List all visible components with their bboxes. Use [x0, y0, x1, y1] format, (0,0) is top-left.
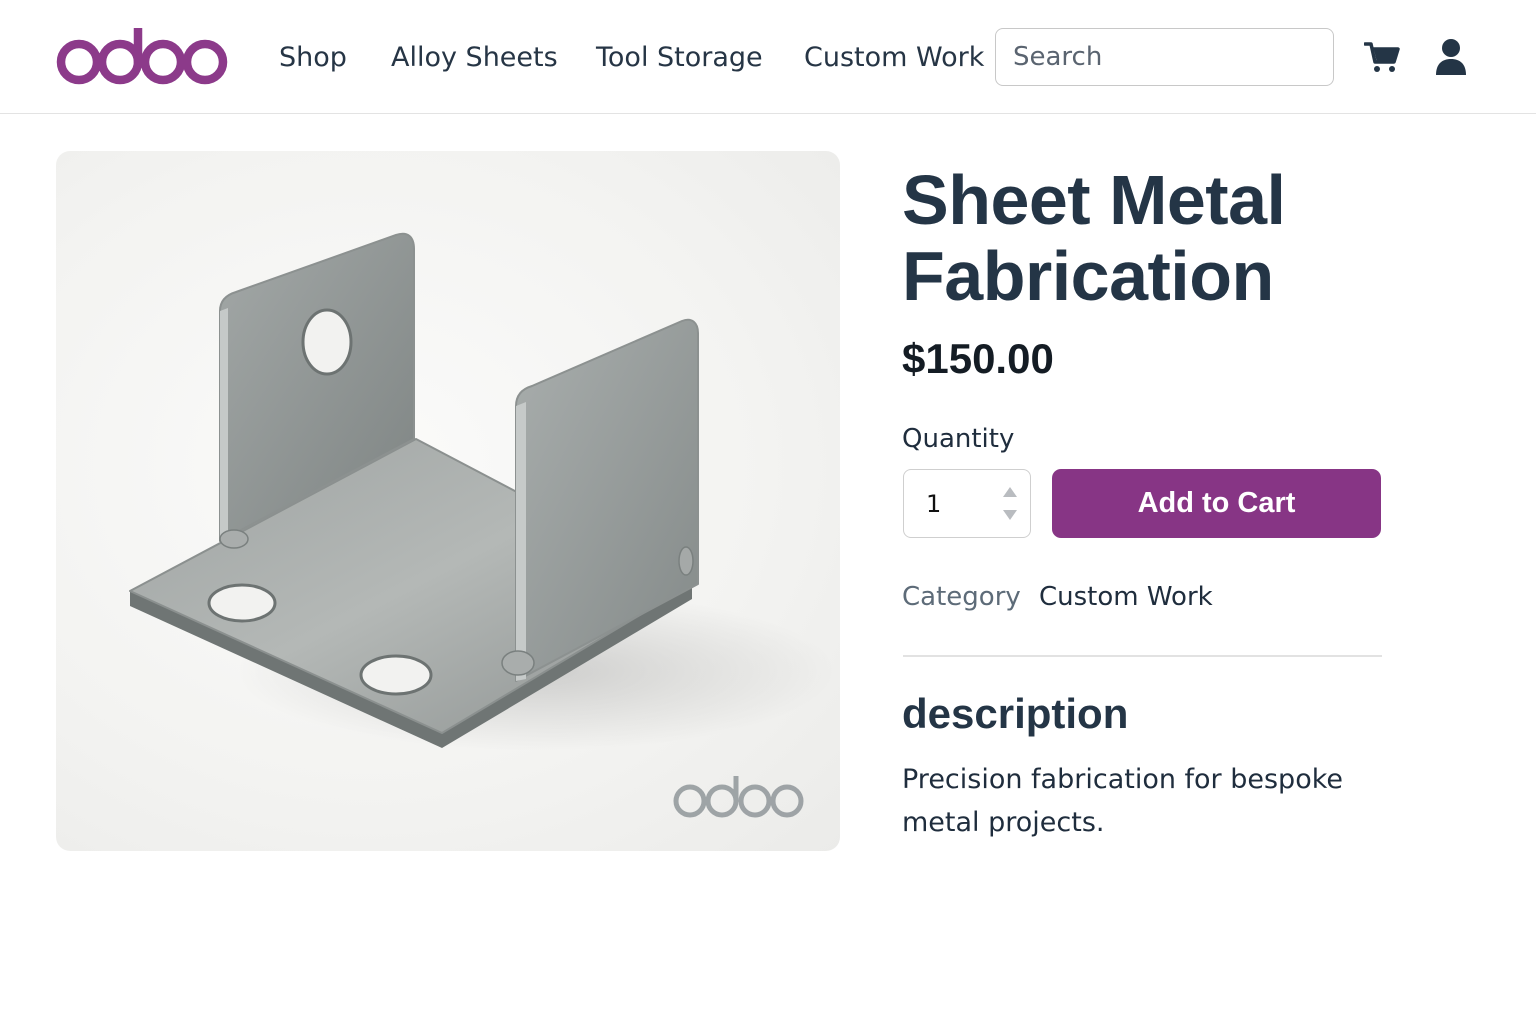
- divider: [903, 655, 1382, 657]
- site-header: Shop Alloy Sheets Tool Storage Custom Wo…: [0, 0, 1536, 114]
- category-label: Category: [902, 582, 1021, 612]
- increment-arrow-icon[interactable]: [1003, 487, 1017, 497]
- nav-item-tool-storage[interactable]: Tool Storage: [596, 40, 763, 76]
- quantity-label: Quantity: [902, 424, 1015, 454]
- category-link[interactable]: Custom Work: [1039, 580, 1213, 614]
- add-to-cart-button[interactable]: Add to Cart: [1052, 469, 1381, 538]
- quantity-stepper[interactable]: 1: [903, 469, 1031, 538]
- product-image: [56, 151, 840, 851]
- decrement-arrow-icon[interactable]: [1003, 510, 1017, 520]
- nav-item-shop[interactable]: Shop: [279, 40, 347, 76]
- product-price: $150.00: [902, 335, 1054, 382]
- description-text: Precision fabrication for bespoke metal …: [902, 764, 1344, 838]
- quantity-value[interactable]: 1: [926, 488, 941, 520]
- user-icon[interactable]: [1434, 38, 1468, 76]
- search-box: [995, 28, 1334, 86]
- bracket-illustration: [129, 232, 836, 818]
- odoo-watermark: [673, 776, 804, 818]
- description-heading: description: [902, 690, 1129, 737]
- search-input[interactable]: [996, 29, 1333, 85]
- nav-item-custom-work[interactable]: Custom Work: [804, 40, 984, 76]
- nav-item-alloy-sheets[interactable]: Alloy Sheets: [391, 40, 558, 76]
- shopping-cart-icon[interactable]: [1363, 40, 1400, 74]
- product-title: Sheet Metal Fabrication: [902, 161, 1286, 315]
